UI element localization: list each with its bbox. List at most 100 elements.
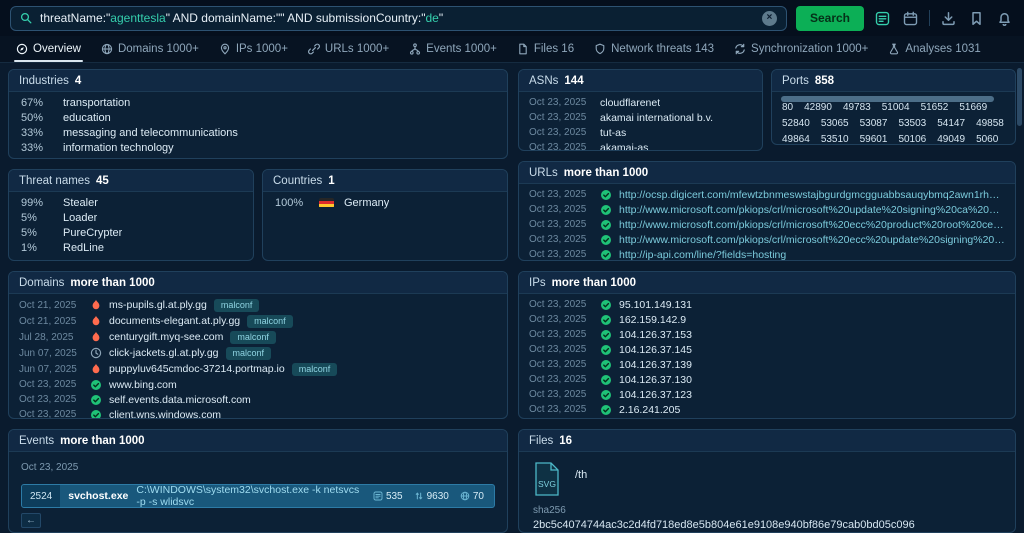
asn-row[interactable]: Oct 23, 2025cloudflarenet [519,95,762,110]
asn-row[interactable]: Oct 23, 2025akamai-as [519,140,762,150]
domain-name[interactable]: puppyluv645cmdoc-37214.portmap.io [109,363,285,375]
ip-row[interactable]: Oct 23, 2025104.126.37.139 [519,357,1015,372]
tab-network-threats[interactable]: Network threats 143 [584,36,724,62]
domain-name[interactable]: www.bing.com [109,379,177,391]
port-value[interactable]: 53510 [821,134,849,145]
tab-synchronization[interactable]: Synchronization 1000+ [724,36,878,62]
url-row[interactable]: Oct 23, 2025http://www.microsoft.com/pki… [519,202,1015,217]
results-list-icon[interactable] [873,9,892,28]
file-name[interactable]: /th [575,469,587,481]
industry-row[interactable]: 33%information technology [9,140,507,155]
download-icon[interactable] [939,9,958,28]
ip-row[interactable]: Oct 23, 202595.101.149.131 [519,297,1015,312]
ip-row[interactable]: Oct 23, 2025104.126.37.145 [519,342,1015,357]
country-row[interactable]: 100% Germany [263,195,507,210]
ip-row[interactable]: Oct 23, 2025104.126.37.123 [519,387,1015,402]
port-value[interactable]: 49783 [843,102,871,113]
domain-name[interactable]: centurygift.myq-see.com [109,331,223,343]
url-link[interactable]: http://ocsp.digicert.com/mfewtzbnmeswsta… [619,189,1005,201]
domain-name[interactable]: documents-elegant.at.ply.gg [109,315,240,327]
url-link[interactable]: http://www.microsoft.com/pkiops/crl/micr… [619,219,1005,231]
domain-name[interactable]: client.wns.windows.com [109,409,221,419]
domain-row[interactable]: Oct 21, 2025documents-elegant.at.ply.ggm… [9,313,507,329]
calendar-icon[interactable] [901,9,920,28]
port-value[interactable]: 51652 [921,102,949,113]
port-value[interactable]: 49858 [976,118,1004,129]
domain-row[interactable]: Oct 21, 2025ms-pupils.gl.at.ply.ggmalcon… [9,297,507,313]
threat-name-row[interactable]: 5%PureCrypter [9,225,253,240]
ip-address[interactable]: 104.126.37.123 [619,389,692,401]
asn-name[interactable]: cloudflarenet [600,97,660,109]
tab-urls[interactable]: URLs 1000+ [298,36,399,62]
port-value[interactable]: 80 [782,102,793,113]
port-value[interactable]: 59601 [860,134,888,145]
port-value[interactable]: 50106 [898,134,926,145]
tab-domains[interactable]: Domains 1000+ [91,36,209,62]
process-row[interactable]: 2524 svchost.exe C:\WINDOWS\system32\svc… [21,484,495,508]
sha256-value[interactable]: 2bc5c4074744ac3c2d4fd718ed8e5b804e61e910… [533,519,1001,531]
ip-address[interactable]: 162.159.142.9 [619,314,686,326]
port-value[interactable]: 42890 [804,102,832,113]
url-row[interactable]: Oct 23, 2025http://ocsp.digicert.com/mfe… [519,187,1015,202]
domain-row[interactable]: Oct 23, 2025www.bing.com [9,377,507,392]
clear-search-button[interactable]: × [762,11,777,26]
ip-row[interactable]: Oct 23, 2025104.126.37.153 [519,327,1015,342]
ip-address[interactable]: 95.101.149.131 [619,299,692,311]
threat-name-row[interactable]: 5%Loader [9,210,253,225]
threat-name-row[interactable]: 1%RedLine [9,240,253,255]
port-value[interactable]: 49049 [937,134,965,145]
port-value[interactable]: 54147 [937,118,965,129]
ip-address[interactable]: 104.126.37.153 [619,329,692,341]
tab-files[interactable]: Files 16 [507,36,584,62]
port-value[interactable]: 53087 [860,118,888,129]
url-row[interactable]: Oct 23, 2025http://www.microsoft.com/pki… [519,232,1015,247]
search-button[interactable]: Search [796,6,864,31]
asn-row[interactable]: Oct 23, 2025tut-as [519,125,762,140]
url-link[interactable]: http://ip-api.com/line/?fields=hosting [619,249,786,261]
tab-overview[interactable]: Overview [6,36,91,62]
tab-analyses[interactable]: Analyses 1031 [878,36,990,62]
asn-row[interactable]: Oct 23, 2025akamai international b.v. [519,110,762,125]
ip-address[interactable]: 104.126.37.145 [619,344,692,356]
domain-row[interactable]: Jul 28, 2025centurygift.myq-see.commalco… [9,329,507,345]
industry-row[interactable]: 33%messaging and telecommunications [9,125,507,140]
domain-row[interactable]: Jun 07, 2025click-jackets.gl.at.ply.ggma… [9,345,507,361]
url-row[interactable]: Oct 23, 2025http://www.microsoft.com/pki… [519,217,1015,232]
tab-events[interactable]: Events 1000+ [399,36,507,62]
url-row[interactable]: Oct 23, 2025http://ip-api.com/line/?fiel… [519,247,1015,260]
scrollbar-thumb[interactable] [781,96,994,102]
port-value[interactable]: 5060 [976,134,998,145]
search-input[interactable]: threatName:"agenttesla" AND domainName:"… [40,11,754,25]
ip-row[interactable]: Oct 23, 2025162.159.142.9 [519,312,1015,327]
search-bar[interactable]: threatName:"agenttesla" AND domainName:"… [10,6,787,31]
url-link[interactable]: http://www.microsoft.com/pkiops/crl/micr… [619,204,1005,216]
asn-name[interactable]: tut-as [600,127,626,139]
threat-name-row[interactable]: 99%Stealer [9,195,253,210]
ip-row[interactable]: Oct 23, 20252.16.241.205 [519,402,1015,417]
url-link[interactable]: http://www.microsoft.com/pkiops/crl/micr… [619,234,1005,246]
bookmark-icon[interactable] [967,9,986,28]
industry-row[interactable]: 67%transportation [9,95,507,110]
page-scrollbar[interactable] [1017,68,1022,126]
ip-address[interactable]: 104.126.37.139 [619,359,692,371]
ip-address[interactable]: 104.126.37.130 [619,374,692,386]
port-value[interactable]: 49864 [782,134,810,145]
domain-name[interactable]: ms-pupils.gl.at.ply.gg [109,299,207,311]
port-value[interactable]: 51004 [882,102,910,113]
port-value[interactable]: 53065 [821,118,849,129]
domain-row[interactable]: Oct 23, 2025self.events.data.microsoft.c… [9,392,507,407]
domain-name[interactable]: self.events.data.microsoft.com [109,394,251,406]
domain-row[interactable]: Jun 07, 2025puppyluv645cmdoc-37214.portm… [9,361,507,377]
ip-address[interactable]: 2.16.241.205 [619,404,680,416]
ip-row[interactable]: Oct 23, 2025104.126.37.130 [519,372,1015,387]
domain-name[interactable]: click-jackets.gl.at.ply.gg [109,347,219,359]
asn-name[interactable]: akamai-as [600,142,648,151]
tab-ips[interactable]: IPs 1000+ [209,36,298,62]
bell-icon[interactable] [995,9,1014,28]
port-value[interactable]: 51669 [959,102,987,113]
port-value[interactable]: 53503 [898,118,926,129]
scroll-left-button[interactable]: ← [21,513,41,528]
port-value[interactable]: 52840 [782,118,810,129]
industry-row[interactable]: 50%education [9,110,507,125]
domain-row[interactable]: Oct 23, 2025client.wns.windows.com [9,407,507,418]
